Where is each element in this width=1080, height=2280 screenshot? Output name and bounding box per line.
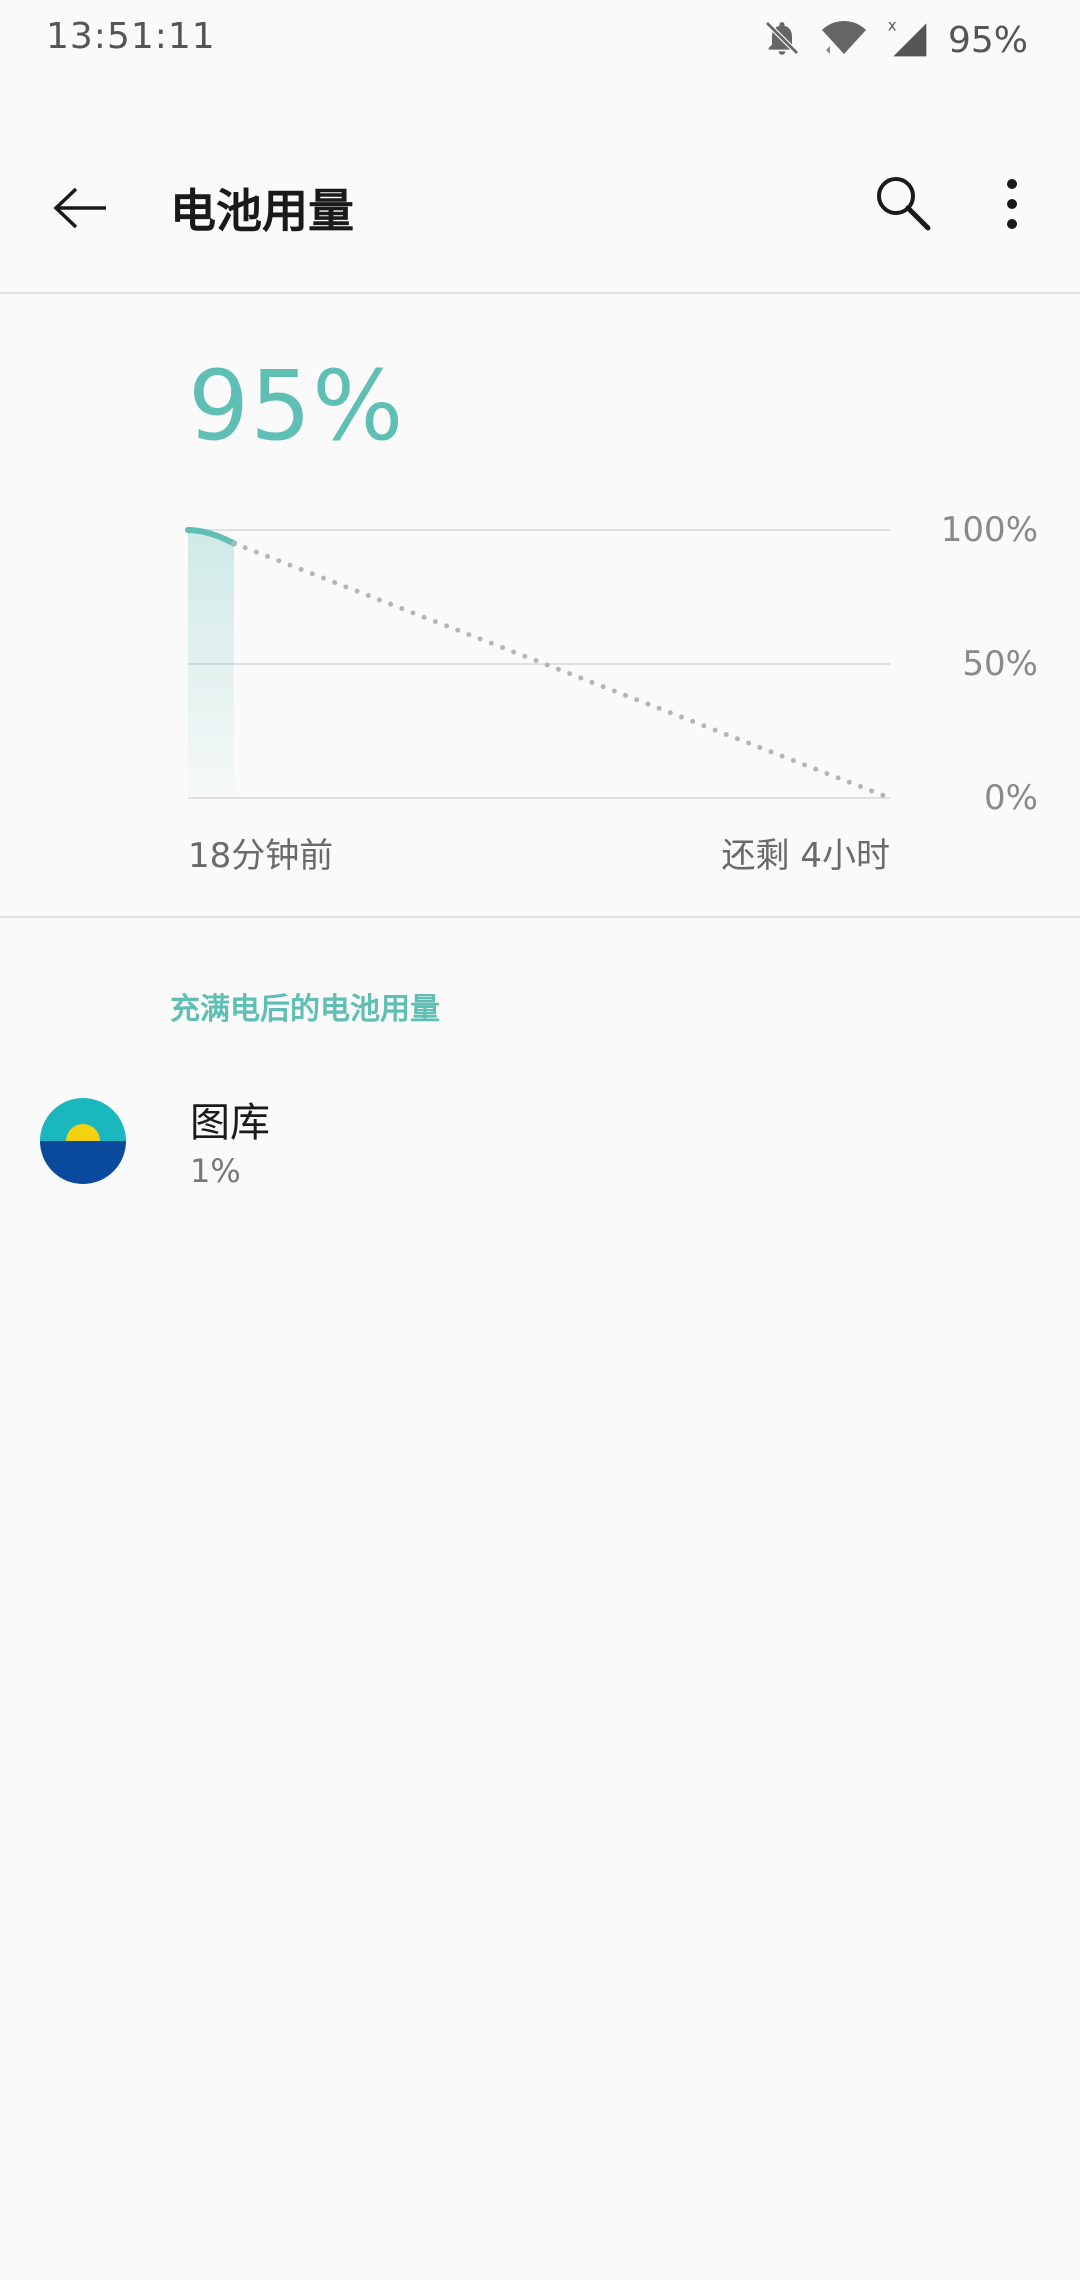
app-name: 图库 xyxy=(190,1100,270,1146)
status-battery: 95% xyxy=(947,19,1028,61)
gallery-app-icon xyxy=(40,1098,126,1184)
search-button[interactable] xyxy=(864,166,944,246)
more-vert-icon xyxy=(1004,176,1020,236)
status-icons: x 95% xyxy=(762,14,1028,66)
projection-line xyxy=(231,540,893,801)
battery-chart-svg xyxy=(185,527,893,801)
chart-divider xyxy=(0,916,1080,918)
battery-level: 95% xyxy=(188,350,405,462)
svg-text:x: x xyxy=(888,18,897,35)
search-icon xyxy=(872,172,936,240)
x-end-label: 还剩 4小时 xyxy=(721,836,890,876)
signal-icon: x xyxy=(886,16,930,64)
back-arrow-icon xyxy=(50,186,110,234)
back-button[interactable] xyxy=(40,170,120,250)
notifications-off-icon xyxy=(762,18,802,62)
y-tick-label-100: 100% xyxy=(940,510,1038,550)
app-usage: 1% xyxy=(190,1152,241,1190)
more-options-button[interactable] xyxy=(972,166,1052,246)
status-bar: 13:51:11 x 95% xyxy=(0,0,1080,80)
section-header: 充满电后的电池用量 xyxy=(170,992,440,1027)
page-title: 电池用量 xyxy=(170,184,354,238)
x-start-label: 18分钟前 xyxy=(188,836,334,876)
app-list-item[interactable]: 图库 1% xyxy=(0,1060,1080,1220)
toolbar-divider xyxy=(0,292,1080,294)
status-time: 13:51:11 xyxy=(46,16,216,57)
y-tick-label-50: 50% xyxy=(962,644,1038,684)
toolbar: 电池用量 xyxy=(0,130,1080,280)
usage-area xyxy=(188,530,234,798)
wifi-icon xyxy=(820,18,868,62)
battery-chart xyxy=(0,500,1080,830)
y-tick-label-0: 0% xyxy=(984,778,1038,818)
